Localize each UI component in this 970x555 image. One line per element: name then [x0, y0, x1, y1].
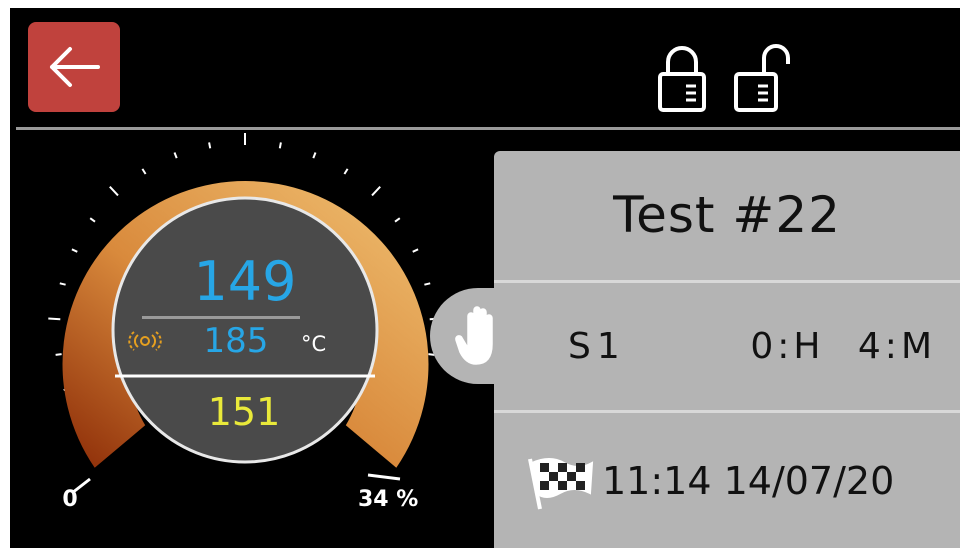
min-temperature: 151 — [207, 390, 281, 434]
gauge-tick — [424, 282, 431, 286]
gauge-tick — [48, 317, 61, 321]
gauge-tick — [141, 168, 147, 175]
gauge-tick — [71, 248, 78, 253]
current-temperature: 149 — [193, 250, 297, 313]
finish-datetime: 11:14 14/07/20 — [602, 458, 895, 503]
gauge-tick — [55, 353, 62, 356]
set-temperature: 185 — [203, 321, 269, 361]
gauge-tick — [89, 217, 96, 223]
stage-label: S1 — [568, 325, 626, 367]
checkered-flag-icon — [528, 458, 594, 510]
stop-button[interactable] — [430, 288, 530, 384]
gauge-tick — [412, 248, 419, 253]
elapsed-timer: 0:H 4:M — [750, 325, 936, 367]
program-title-row[interactable]: Test #22 — [494, 151, 960, 279]
temperature-gauge: 149 185 °C 151 0 34 % — [10, 130, 490, 548]
fan-icon — [128, 331, 162, 351]
program-panel: Test #22 S1 0:H 4:M 11:14 14/07/20 — [494, 151, 960, 548]
gauge-tick — [173, 152, 178, 159]
arrow-left-icon — [50, 47, 100, 87]
scale-min-label: 0 — [62, 487, 78, 512]
gauge-tick — [312, 152, 317, 159]
temperature-separator — [142, 316, 300, 319]
temperature-unit: °C — [301, 332, 327, 356]
lock-closed-icon[interactable] — [650, 42, 714, 114]
gauge-tick — [278, 142, 282, 149]
program-status-row[interactable]: S1 0:H 4:M — [494, 283, 960, 409]
finish-row[interactable]: 11:14 14/07/20 — [494, 413, 960, 548]
back-button[interactable] — [28, 22, 120, 112]
hand-stop-icon — [455, 306, 493, 365]
gauge-tick — [394, 217, 401, 223]
gauge-tick — [109, 186, 119, 197]
program-title: Test #22 — [613, 186, 841, 244]
scale-max-label: 34 % — [358, 487, 419, 512]
gauge-tick — [59, 282, 66, 286]
gauge-tick — [208, 142, 212, 149]
gauge-tick — [343, 168, 349, 175]
lock-open-icon[interactable] — [732, 42, 796, 114]
gauge-tick — [371, 186, 381, 197]
device-screen: 149 185 °C 151 0 34 % Test #22 S1 0:H 4:… — [10, 8, 960, 548]
